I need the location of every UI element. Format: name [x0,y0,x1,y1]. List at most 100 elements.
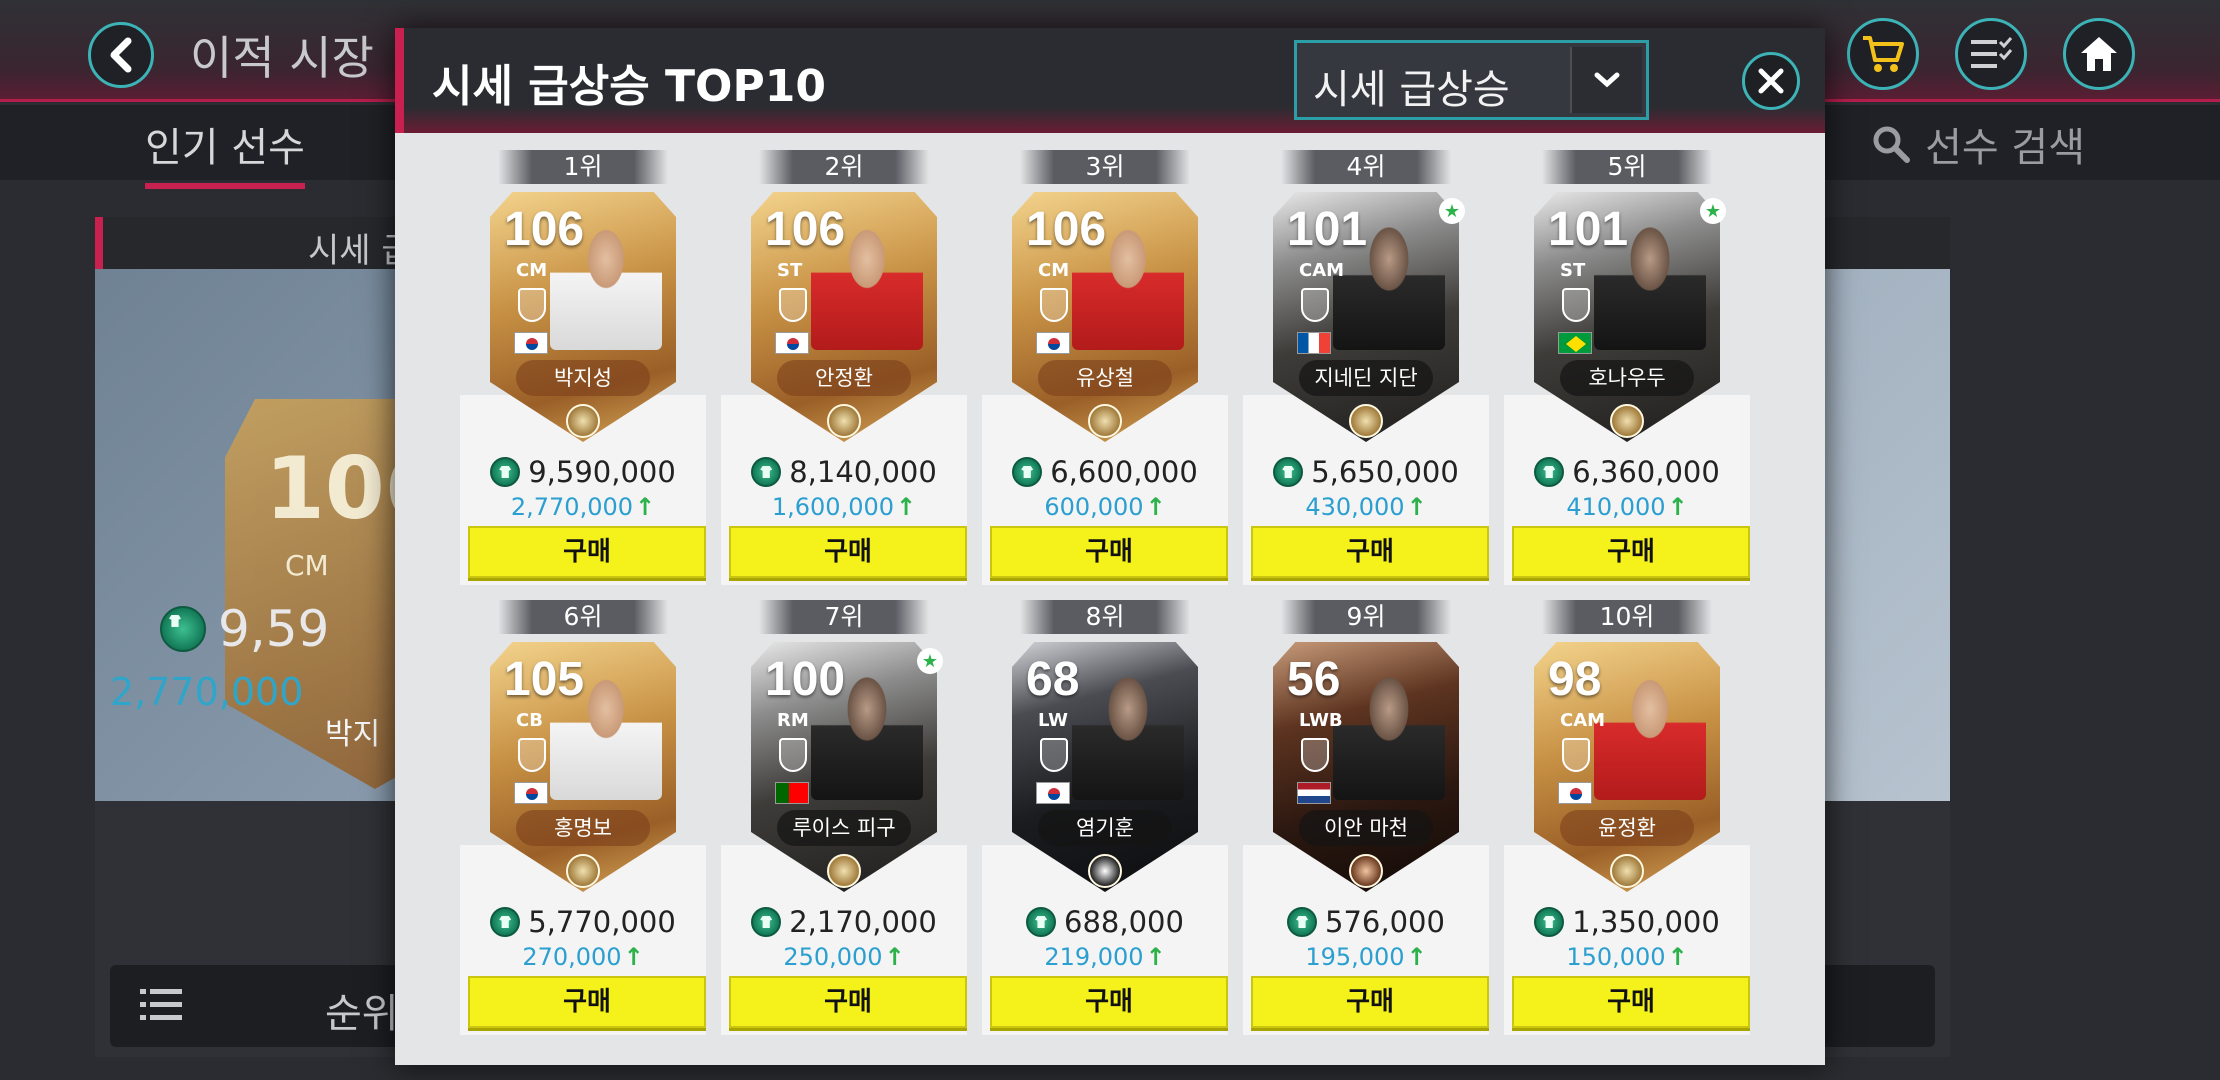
season-badge-icon [1562,288,1590,322]
player-slot: 9위 56 LWB 이안 마천 576,000 195,000↑ 구매 [1243,600,1489,1035]
increase-value: 600,000 [1044,493,1144,521]
sort-dropdown[interactable]: 시세 급상승 [1294,40,1649,120]
rank-tag: 6위 [498,600,668,634]
rank-tag: 1위 [498,150,668,184]
player-position: CAM [1560,710,1606,731]
card-medal-icon [1088,404,1122,438]
nation-flag-icon [775,332,809,354]
price-increase: 219,000↑ [982,943,1228,971]
nation-flag-icon [514,782,548,804]
home-icon [2081,37,2117,71]
increase-value: 150,000 [1566,943,1666,971]
card-medal-icon [1349,404,1383,438]
buy-button[interactable]: 구매 [468,526,706,578]
background-card-name: 박지 [325,717,381,752]
rank-tag: 4위 [1281,150,1451,184]
checklist-button[interactable] [1955,18,2027,90]
buy-button[interactable]: 구매 [1251,976,1489,1028]
price-increase: 195,000↑ [1243,943,1489,971]
card-medal-icon [827,404,861,438]
price-increase: 150,000↑ [1504,943,1750,971]
price-value: 6,600,000 [1050,455,1198,489]
player-photo [1072,670,1184,800]
modal-title: 시세 급상승 TOP10 [432,61,826,112]
price-value: 6,360,000 [1572,455,1720,489]
shop-button[interactable] [1847,18,1919,90]
buy-button[interactable]: 구매 [990,526,1228,578]
coin-icon [1012,457,1043,487]
price-value: 688,000 [1064,905,1184,939]
player-slot: 10위 98 CAM 윤정환 1,350,000 150,000↑ 구매 [1504,600,1750,1035]
buy-button[interactable]: 구매 [729,976,967,1028]
list-icon [140,989,182,1020]
price-increase: 1,600,000↑ [721,493,967,521]
rank-tag: 10위 [1542,600,1712,634]
price-value: 5,770,000 [528,905,676,939]
buy-button[interactable]: 구매 [1512,526,1750,578]
up-arrow-icon: ↑ [896,493,917,521]
player-ovr: 105 [504,653,585,706]
player-price: 688,000 [982,905,1228,939]
player-ovr: 106 [1026,203,1107,256]
player-name: 지네딘 지단 [1299,360,1433,396]
back-button[interactable] [88,22,154,88]
player-slot: 6위 105 CB 홍명보 5,770,000 270,000↑ 구매 [460,600,706,1035]
up-arrow-icon: ↑ [635,493,656,521]
player-name: 안정환 [777,360,911,396]
nation-flag-icon [1036,782,1070,804]
increase-value: 250,000 [783,943,883,971]
up-arrow-icon: ↑ [1667,943,1688,971]
player-ovr: 100 [765,653,846,706]
close-button[interactable] [1742,52,1800,110]
card-medal-icon [566,854,600,888]
up-arrow-icon: ↑ [1667,493,1688,521]
player-name: 호나우두 [1560,360,1694,396]
season-badge-icon [518,288,546,322]
buy-button[interactable]: 구매 [990,976,1228,1028]
player-position: RM [777,710,809,731]
season-badge-icon [1040,738,1068,772]
buy-button[interactable]: 구매 [1512,976,1750,1028]
coin-icon [751,907,782,937]
player-price: 2,170,000 [721,905,967,939]
rank-tag: 2위 [759,150,929,184]
increase-value: 1,600,000 [771,493,895,521]
player-price: 9,590,000 [460,455,706,489]
nation-flag-icon [1558,782,1592,804]
price-value: 576,000 [1325,905,1445,939]
coin-icon [490,907,521,937]
price-increase: 2,770,000↑ [460,493,706,521]
sort-dropdown-value: 시세 급상승 [1313,67,1510,113]
coin-icon [1287,907,1318,937]
buy-button[interactable]: 구매 [729,526,967,578]
buy-button[interactable]: 구매 [468,976,706,1028]
player-position: LWB [1299,710,1343,731]
sort-dropdown-toggle[interactable] [1570,47,1642,113]
up-arrow-icon: ↑ [1145,943,1166,971]
price-increase: 250,000↑ [721,943,967,971]
card-medal-icon [566,404,600,438]
price-value: 1,350,000 [1572,905,1720,939]
player-search-button[interactable]: 선수 검색 [1871,115,2085,173]
up-arrow-icon: ↑ [1406,943,1427,971]
home-button[interactable] [2063,18,2135,90]
coin-icon [1534,907,1565,937]
back-icon [110,37,132,73]
player-price: 6,360,000 [1504,455,1750,489]
up-arrow-icon: ↑ [1406,493,1427,521]
card-medal-icon [1610,854,1644,888]
player-photo [1594,670,1706,800]
nation-flag-icon [775,782,809,804]
rank-tag: 7위 [759,600,929,634]
player-name: 이안 마천 [1299,810,1433,846]
cart-icon [1863,36,1904,72]
buy-button[interactable]: 구매 [1251,526,1489,578]
tab-popular-players[interactable]: 인기 선수 [145,115,305,189]
rank-tag: 5위 [1542,150,1712,184]
modal-header: 시세 급상승 TOP10 시세 급상승 [395,28,1825,133]
player-slot: 3위 106 CM 유상철 6,600,000 600,000↑ 구매 [982,150,1228,585]
nation-flag-icon [1036,332,1070,354]
player-name: 홍명보 [516,810,650,846]
coin-icon [160,606,206,652]
season-badge-icon [1040,288,1068,322]
